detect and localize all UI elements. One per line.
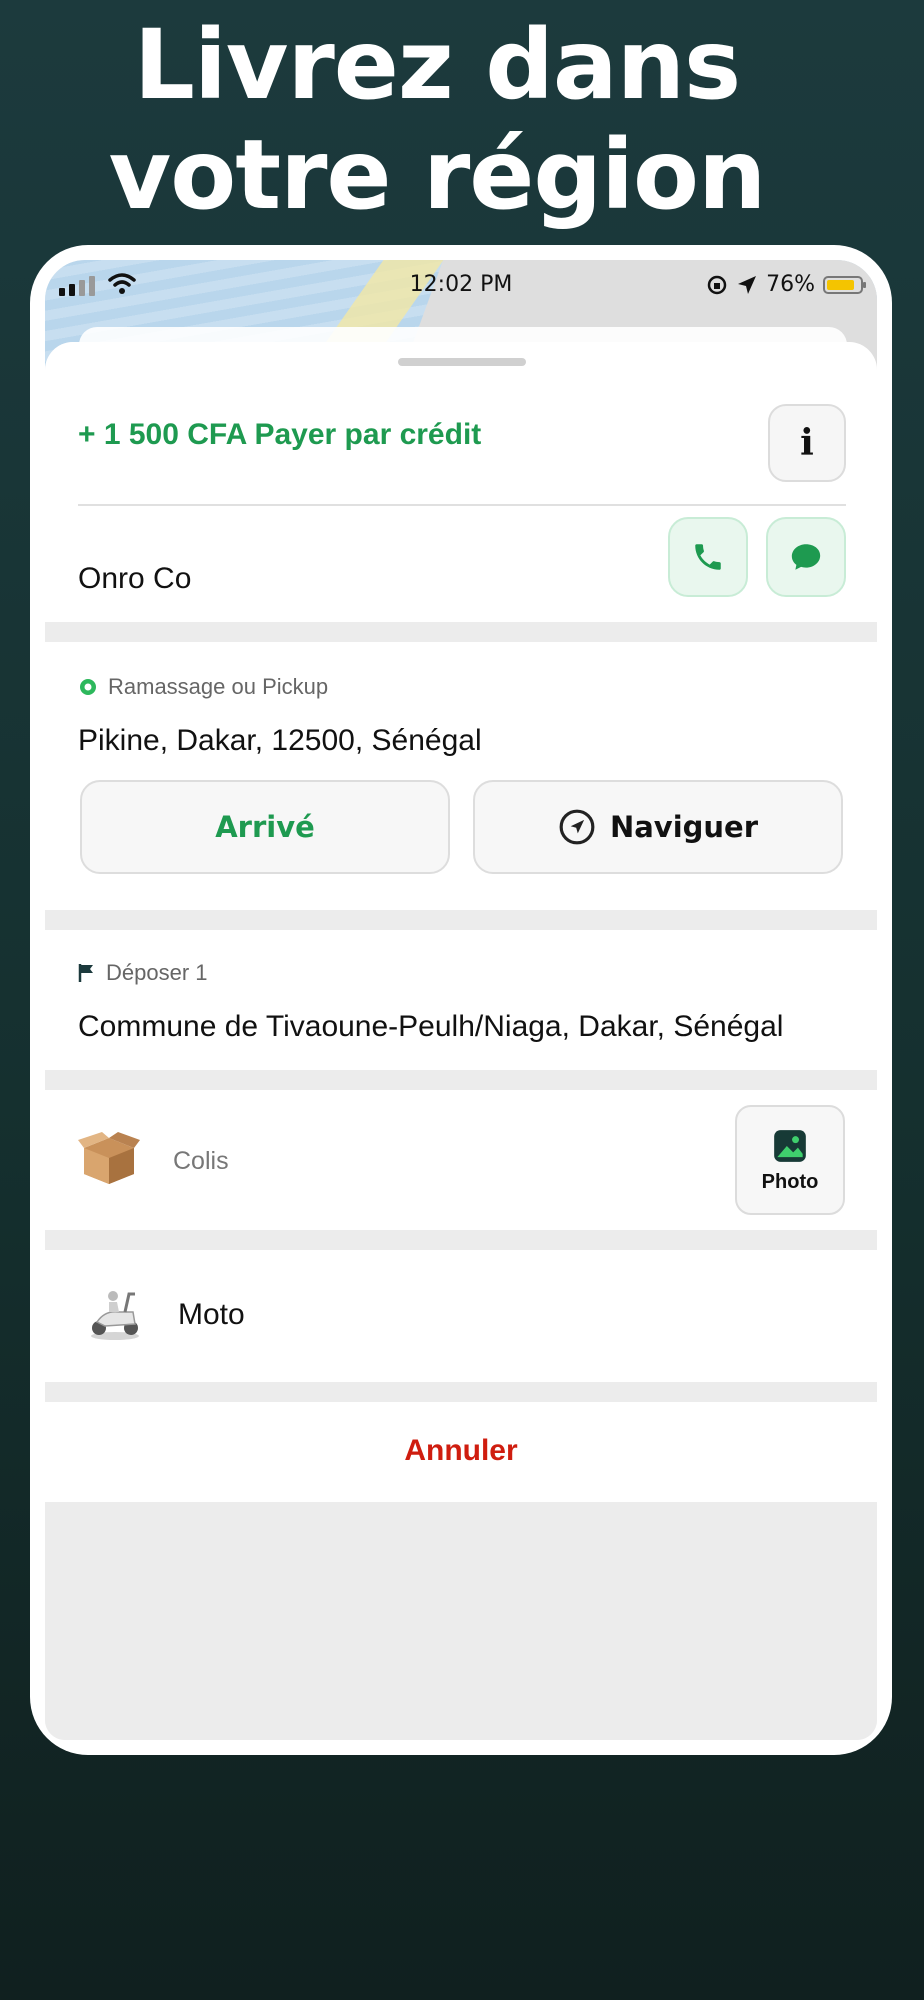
divider (78, 504, 846, 506)
rotation-lock-icon (707, 275, 727, 294)
phone-frame: 12:02 PM 76% + 1 500 CFA Payer par crédi… (30, 245, 892, 1755)
package-card: Colis Photo (45, 1090, 877, 1230)
dropoff-label: Déposer 1 (106, 960, 208, 985)
order-price: + 1 500 CFA Payer par crédit (78, 418, 482, 451)
pickup-address: Pikine, Dakar, 12500, Sénégal (78, 724, 482, 757)
pickup-card: Ramassage ou Pickup Pikine, Dakar, 12500… (45, 642, 877, 910)
navigate-button[interactable]: Naviguer (473, 780, 843, 874)
chat-bubble-icon (791, 544, 821, 570)
cancel-card: Annuler (45, 1402, 877, 1502)
scooter-icon (91, 1291, 139, 1340)
arrived-label: Arrivé (215, 810, 315, 844)
order-header-card: + 1 500 CFA Payer par crédit i Onro Co (45, 342, 877, 622)
sender-name: Onro Co (78, 562, 192, 595)
pickup-dot-icon (80, 679, 96, 695)
pickup-label: Ramassage ou Pickup (108, 674, 329, 699)
image-icon (774, 1129, 806, 1162)
info-button[interactable]: i (768, 404, 846, 482)
box-icon (78, 1132, 140, 1184)
call-button[interactable] (668, 517, 748, 597)
headline-line-2: votre région (108, 119, 767, 231)
navigation-arrow-icon (559, 809, 595, 845)
vehicle-label: Moto (178, 1298, 245, 1331)
flag-icon (78, 964, 93, 982)
arrived-button[interactable]: Arrivé (80, 780, 450, 874)
photo-label: Photo (761, 1170, 819, 1193)
pickup-label-row: Ramassage ou Pickup (78, 674, 328, 700)
status-bar: 12:02 PM 76% (45, 260, 877, 310)
photo-button[interactable]: Photo (735, 1105, 845, 1215)
dropoff-label-row: Déposer 1 (78, 960, 208, 986)
dropoff-address: Commune de Tivaoune-Peulh/Niaga, Dakar, … (78, 1010, 784, 1043)
phone-icon (695, 544, 721, 570)
location-arrow-icon (738, 275, 757, 294)
cancel-button[interactable]: Annuler (45, 1434, 877, 1468)
dropoff-card: Déposer 1 Commune de Tivaoune-Peulh/Niag… (45, 930, 877, 1070)
vehicle-card: Moto (45, 1250, 877, 1382)
battery-icon (823, 275, 866, 294)
package-label: Colis (173, 1147, 229, 1175)
headline-line-1: Livrez dans (133, 9, 741, 121)
order-sheet: + 1 500 CFA Payer par crédit i Onro Co R… (45, 342, 877, 1740)
phone-screen: 12:02 PM 76% + 1 500 CFA Payer par crédi… (45, 260, 877, 1740)
battery-percent: 76% (766, 272, 815, 297)
chat-button[interactable] (766, 517, 846, 597)
navigate-label: Naviguer (609, 810, 759, 844)
drag-handle[interactable] (398, 358, 526, 366)
headline: Livrez dans votre région (0, 10, 924, 230)
